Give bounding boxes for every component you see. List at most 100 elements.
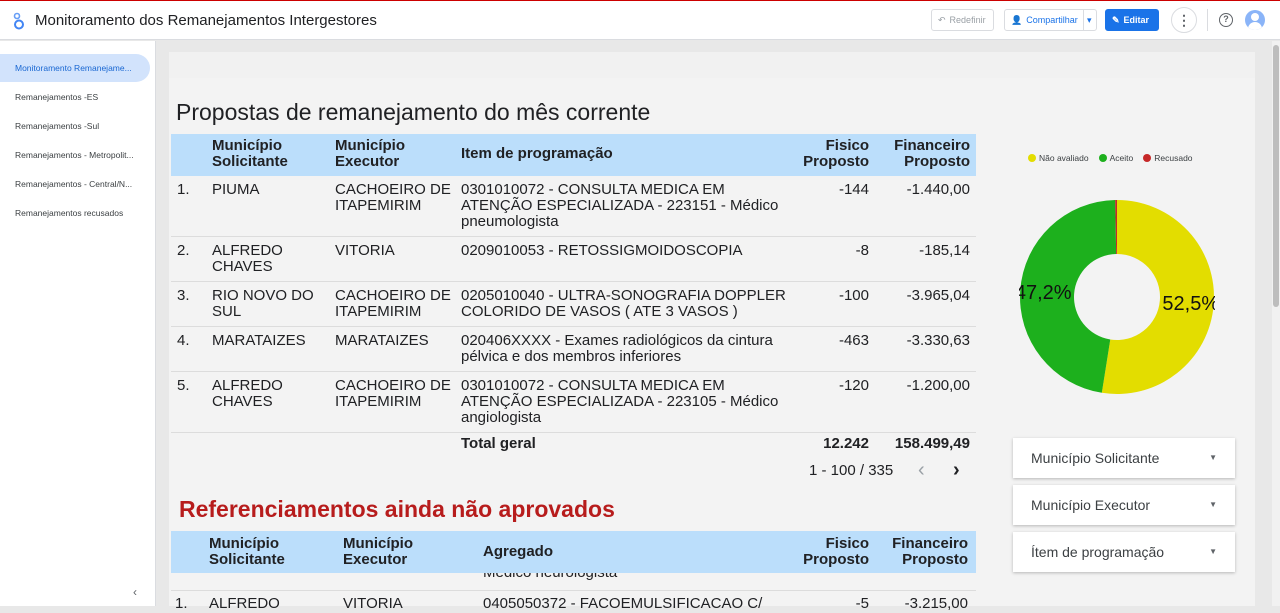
- sidebar-item-central-norte[interactable]: Remanejamentos - Central/N...: [0, 170, 150, 198]
- cell-fisico: -8: [855, 242, 869, 259]
- cell-fisico: -144: [838, 181, 869, 198]
- sidebar-item-monitoramento[interactable]: Monitoramento Remanejame...: [0, 54, 150, 82]
- more-options-icon[interactable]: ⋮: [1171, 7, 1197, 33]
- cell-municipio-executor: VITORIA: [335, 242, 395, 259]
- referrals-table: Município Solicitante Município Executor A…: [171, 531, 976, 613]
- filter-label: Município Solicitante: [1031, 450, 1160, 466]
- collapse-sidebar-icon[interactable]: ‹: [133, 585, 137, 599]
- legend-item-recusado[interactable]: Recusado: [1143, 153, 1193, 163]
- cell-financeiro: -3.215,00: [904, 595, 968, 612]
- filter-municipio-solicitante[interactable]: Município Solicitante ▼: [1013, 438, 1235, 478]
- page-navigation-sidebar: Monitoramento Remanejame... Remanejament…: [0, 41, 156, 606]
- sidebar-item-recusados[interactable]: Remanejamentos recusados: [0, 199, 150, 227]
- edit-label: Editar: [1123, 15, 1150, 25]
- cell-municipio-executor: MARATAIZES: [335, 332, 429, 349]
- header-fisico-proposto[interactable]: Fisico Proposto: [791, 536, 869, 568]
- cell-item-programacao: 0205010040 - ULTRA-SONOGRAFIA DOPPLER CO…: [461, 287, 786, 320]
- header-item-programacao[interactable]: Item de programação: [461, 146, 796, 162]
- header-municipio-executor[interactable]: Município Executor: [335, 138, 455, 170]
- cell-municipio-solicitante: PIUMA: [212, 181, 260, 198]
- cell-municipio-executor: CACHOEIRO DE ITAPEMIRIM: [335, 287, 451, 320]
- next-page-icon[interactable]: ›: [953, 459, 960, 482]
- table-row: Médico neurologista: [171, 573, 976, 591]
- row-number: 2.: [177, 242, 190, 259]
- legend-item-aceito[interactable]: Aceito: [1098, 153, 1134, 163]
- pencil-icon: ✎: [1112, 14, 1120, 25]
- header-financeiro-proposto[interactable]: Financeiro Proposto: [876, 536, 968, 568]
- cell-fisico: -100: [838, 287, 869, 304]
- report-title[interactable]: Monitoramento dos Remanejamentos Interge…: [35, 12, 377, 29]
- dropdown-arrow-icon: ▼: [1209, 500, 1217, 509]
- cell-financeiro: -3.330,63: [906, 332, 970, 349]
- reset-button[interactable]: ↶ Redefinir: [931, 9, 994, 31]
- avatar-head: [1251, 13, 1259, 21]
- filter-municipio-executor[interactable]: Município Executor ▼: [1013, 485, 1235, 525]
- header-fisico-proposto[interactable]: Fisico Proposto: [796, 138, 869, 170]
- table-row[interactable]: 3. RIO NOVO DO SUL CACHOEIRO DE ITAPEMIRIM…: [171, 282, 976, 327]
- cell-fisico: -463: [838, 332, 869, 349]
- cell-municipio-solicitante: ALFREDO: [209, 595, 280, 612]
- legend-label: Aceito: [1109, 153, 1134, 163]
- filter-item-programacao[interactable]: Ítem de programação ▼: [1013, 532, 1235, 572]
- total-label: Total geral: [461, 435, 536, 452]
- header-municipio-solicitante[interactable]: Município Solicitante: [212, 138, 327, 170]
- header-financeiro-proposto[interactable]: Financeiro Proposto: [876, 138, 970, 170]
- cell-fisico: -5: [855, 595, 869, 612]
- cell-municipio-executor: VITORIA: [343, 595, 403, 612]
- share-options-button[interactable]: ▾: [1083, 9, 1097, 31]
- cell-fisico: -120: [838, 377, 869, 394]
- header-agregado[interactable]: Agregado: [483, 544, 783, 560]
- total-fisico: 12.242: [823, 435, 869, 452]
- avatar-body: [1248, 22, 1262, 30]
- slice-label: 52,5%: [1162, 293, 1215, 315]
- cell-item-programacao: 020406XXXX - Exames radiológicos da cint…: [461, 332, 773, 365]
- undo-icon: ↶: [938, 14, 946, 25]
- previous-page-icon[interactable]: ‹: [918, 459, 925, 482]
- legend-label: Não avaliado: [1039, 153, 1089, 163]
- sidebar-item-es[interactable]: Remanejamentos -ES: [0, 83, 150, 111]
- help-icon[interactable]: ?: [1219, 13, 1233, 27]
- sidebar-item-metropolitana[interactable]: Remanejamentos - Metropolit...: [0, 141, 150, 169]
- dropdown-arrow-icon: ▼: [1209, 453, 1217, 462]
- legend-item-nao-avaliado[interactable]: Não avaliado: [1028, 153, 1089, 163]
- filter-label: Município Executor: [1031, 497, 1151, 513]
- avatar[interactable]: [1245, 10, 1265, 30]
- cell-municipio-solicitante: RIO NOVO DO SUL: [212, 287, 314, 320]
- cell-municipio-executor: CACHOEIRO DE ITAPEMIRIM: [335, 377, 451, 410]
- status-donut-chart[interactable]: 52,5% 47,2%: [1019, 199, 1215, 395]
- legend-swatch: [1028, 154, 1036, 162]
- caret-down-icon: ▾: [1087, 14, 1092, 25]
- cell-item-programacao: 0209010053 - RETOSSIGMOIDOSCOPIA: [461, 242, 743, 259]
- row-number: 1.: [175, 595, 188, 612]
- table-row[interactable]: 4. MARATAIZES MARATAIZES 020406XXXX - Exame…: [171, 327, 976, 372]
- header-municipio-executor[interactable]: Município Executor: [343, 536, 463, 568]
- row-number: 1.: [177, 181, 190, 198]
- table-row[interactable]: 1. PIUMA CACHOEIRO DE ITAPEMIRIM 0301010072…: [171, 176, 976, 237]
- edit-button[interactable]: ✎ Editar: [1105, 9, 1159, 31]
- table-row: 1. ALFREDO VITORIA 0405050372 - FACOEMUL…: [171, 591, 976, 613]
- slice-label: 47,2%: [1019, 282, 1072, 304]
- row-number: 4.: [177, 332, 190, 349]
- cell-financeiro: -185,14: [919, 242, 970, 259]
- table-row[interactable]: 5. ALFREDO CHAVES CACHOEIRO DE ITAPEMIRIM 0…: [171, 372, 976, 433]
- proposals-table: Município Solicitante Município Executor I…: [171, 134, 976, 433]
- table-row[interactable]: 2. ALFREDO CHAVES VITORIA 0209010053 - RETO…: [171, 237, 976, 282]
- page-scrollbar[interactable]: [1272, 41, 1280, 606]
- cell-municipio-solicitante: ALFREDO CHAVES: [212, 377, 283, 410]
- legend-swatch: [1098, 154, 1107, 162]
- share-button[interactable]: 👤 Compartilhar: [1004, 9, 1084, 31]
- total-financeiro: 158.499,49: [894, 435, 970, 452]
- cell-municipio-solicitante: ALFREDO CHAVES: [212, 242, 283, 275]
- header-municipio-solicitante[interactable]: Município Solicitante: [209, 536, 324, 568]
- scrollbar-thumb[interactable]: [1273, 45, 1279, 307]
- divider: [1207, 9, 1208, 31]
- total-row: Total geral 12.242 158.499,49: [171, 435, 976, 457]
- table-header: Município Solicitante Município Executor I…: [171, 134, 976, 176]
- cell-financeiro: -3.965,04: [906, 287, 970, 304]
- looker-studio-logo-icon: [13, 12, 24, 30]
- sidebar-item-sul[interactable]: Remanejamentos -Sul: [0, 112, 150, 140]
- proposals-table-body: 1. PIUMA CACHOEIRO DE ITAPEMIRIM 0301010072…: [171, 176, 976, 433]
- partial-cell-text: Médico neurologista: [483, 573, 617, 581]
- cell-item-programacao: 0301010072 - CONSULTA MEDICA EM ATENÇÃO …: [461, 377, 779, 426]
- referrals-title: Referenciamentos ainda não aprovados: [179, 496, 615, 522]
